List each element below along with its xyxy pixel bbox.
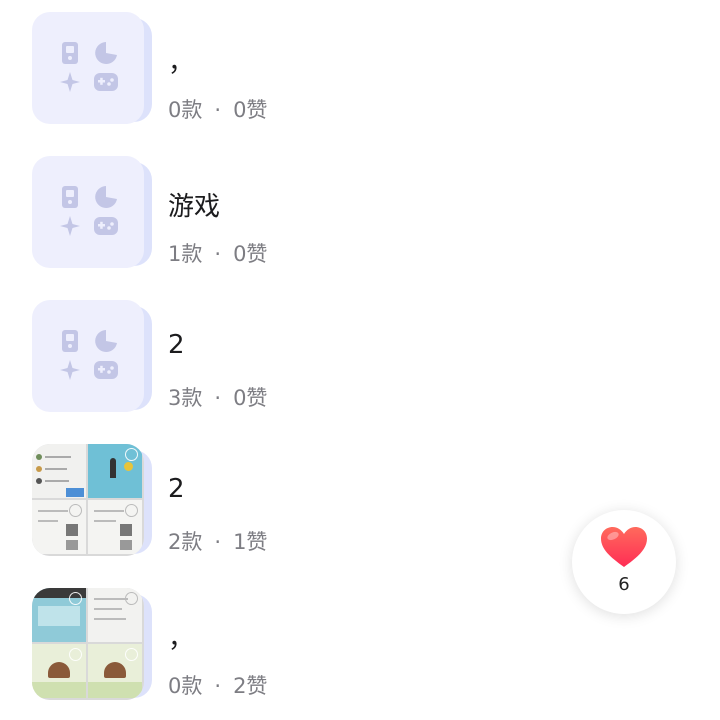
- like-count: 6: [618, 574, 630, 595]
- meta-separator: ·: [214, 242, 222, 266]
- meta-separator: ·: [214, 98, 222, 122]
- heart-icon: [601, 527, 647, 567]
- screenshot-tile: [32, 444, 86, 498]
- collection-meta: 0款 · 0赞: [168, 94, 267, 124]
- game-placeholder-icon: [32, 300, 144, 412]
- items-count: 3款: [168, 386, 203, 410]
- items-count: 2款: [168, 530, 203, 554]
- collection-thumbnail: [32, 588, 152, 700]
- screenshot-tile: [32, 588, 86, 642]
- meta-separator: ·: [214, 530, 222, 554]
- collection-title: ，: [168, 624, 195, 654]
- collection-thumbnail: [32, 12, 152, 124]
- screenshot-collage: [32, 588, 144, 700]
- items-count: 0款: [168, 98, 203, 122]
- screenshot-tile: [88, 444, 142, 498]
- collection-title: 2: [168, 330, 185, 360]
- items-count: 1款: [168, 242, 203, 266]
- collection-title: 2: [168, 474, 185, 504]
- screenshot-tile: [88, 644, 142, 698]
- like-button[interactable]: 6: [572, 510, 676, 614]
- screenshot-tile: [88, 588, 142, 642]
- collection-meta: 3款 · 0赞: [168, 382, 267, 412]
- screenshot-tile: [88, 500, 142, 554]
- likes-count: 0赞: [233, 242, 268, 266]
- likes-count: 1赞: [233, 530, 268, 554]
- collection-title: 游戏: [168, 192, 221, 222]
- game-placeholder-icon: [32, 12, 144, 124]
- collection-item[interactable]: 游戏 1款 · 0赞: [0, 156, 720, 276]
- collection-thumbnail: [32, 444, 152, 556]
- collection-meta: 2款 · 1赞: [168, 526, 267, 556]
- items-count: 0款: [168, 674, 203, 698]
- screenshot-tile: [32, 644, 86, 698]
- collection-item[interactable]: 2 3款 · 0赞: [0, 300, 720, 420]
- screenshot-tile: [32, 500, 86, 554]
- collection-thumbnail: [32, 300, 152, 412]
- likes-count: 0赞: [233, 386, 268, 410]
- meta-separator: ·: [214, 674, 222, 698]
- collection-meta: 0款 · 2赞: [168, 670, 267, 700]
- meta-separator: ·: [214, 386, 222, 410]
- screenshot-collage: [32, 444, 144, 556]
- collection-meta: 1款 · 0赞: [168, 238, 267, 268]
- collection-item[interactable]: ， 0款 · 0赞: [0, 12, 720, 132]
- likes-count: 2赞: [233, 674, 268, 698]
- collection-title: ，: [168, 48, 195, 78]
- likes-count: 0赞: [233, 98, 268, 122]
- game-placeholder-icon: [32, 156, 144, 268]
- collection-thumbnail: [32, 156, 152, 268]
